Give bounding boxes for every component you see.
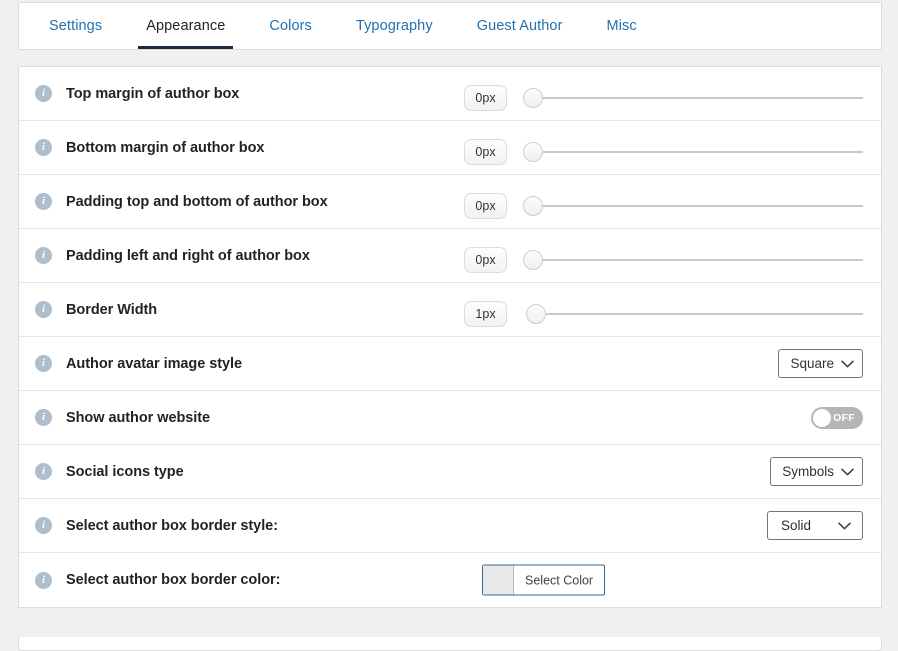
setting-row-select-author-box-border-style: i Select author box border style: Solid — [19, 499, 881, 553]
control-slot: Square — [778, 337, 863, 390]
setting-label: Padding top and bottom of author box — [66, 194, 328, 210]
select-select-author-box-border-style[interactable]: Solid — [767, 511, 863, 540]
info-icon[interactable]: i — [35, 572, 52, 589]
tab-guest-author[interactable]: Guest Author — [455, 3, 585, 49]
slider-thumb[interactable] — [523, 196, 543, 216]
color-swatch[interactable] — [483, 566, 514, 595]
info-icon[interactable]: i — [35, 355, 52, 372]
setting-row-show-author-website: i Show author website OFF — [19, 391, 881, 445]
setting-label: Border Width — [66, 302, 157, 318]
slider-track — [532, 151, 863, 153]
color-picker-button[interactable]: Select Color — [482, 565, 605, 596]
info-icon[interactable]: i — [35, 463, 52, 480]
setting-row-padding-top-and-bottom-of-author-box: i Padding top and bottom of author box 0px — [19, 175, 881, 229]
slider-control: 0px — [464, 175, 863, 228]
slider-control: 0px — [464, 67, 863, 120]
control-slot: Solid — [767, 499, 863, 552]
setting-row-author-avatar-image-style: i Author avatar image style Square — [19, 337, 881, 391]
chevron-down-icon — [841, 360, 854, 368]
slider-thumb[interactable] — [523, 250, 543, 270]
control-slot: OFF — [811, 391, 863, 444]
tab-bar: SettingsAppearanceColorsTypographyGuest … — [18, 2, 882, 50]
toggle-knob — [813, 409, 831, 427]
setting-row-border-width: i Border Width 1px — [19, 283, 881, 337]
slider-track — [532, 97, 863, 99]
info-icon[interactable]: i — [35, 193, 52, 210]
tab-misc[interactable]: Misc — [585, 3, 659, 49]
slider-control: 0px — [464, 121, 863, 174]
setting-label: Select author box border color: — [66, 572, 280, 588]
tab-typography[interactable]: Typography — [334, 3, 455, 49]
select-value: Solid — [781, 518, 811, 533]
info-icon[interactable]: i — [35, 301, 52, 318]
info-icon[interactable]: i — [35, 85, 52, 102]
select-social-icons-type[interactable]: Symbols — [770, 457, 863, 486]
slider-track-area[interactable] — [523, 193, 863, 219]
chevron-down-icon — [841, 468, 854, 476]
setting-row-padding-left-and-right-of-author-box: i Padding left and right of author box 0px — [19, 229, 881, 283]
card-bottom-edge — [18, 637, 882, 651]
select-value: Square — [790, 356, 834, 371]
slider-thumb[interactable] — [523, 88, 543, 108]
setting-label: Author avatar image style — [66, 356, 242, 372]
setting-row-social-icons-type: i Social icons type Symbols — [19, 445, 881, 499]
setting-label: Show author website — [66, 410, 210, 426]
select-value: Symbols — [782, 464, 834, 479]
setting-label: Social icons type — [66, 464, 184, 480]
select-color-label: Select Color — [514, 566, 604, 595]
setting-label: Select author box border style: — [66, 518, 278, 534]
slider-value-chip[interactable]: 1px — [464, 301, 507, 327]
setting-row-top-margin-of-author-box: i Top margin of author box 0px — [19, 67, 881, 121]
info-icon[interactable]: i — [35, 139, 52, 156]
slider-value-chip[interactable]: 0px — [464, 193, 507, 219]
tab-appearance[interactable]: Appearance — [124, 3, 247, 49]
slider-track-area[interactable] — [523, 139, 863, 165]
chevron-down-icon — [838, 522, 851, 530]
settings-page: SettingsAppearanceColorsTypographyGuest … — [0, 0, 898, 651]
slider-track-area[interactable] — [523, 247, 863, 273]
tab-settings[interactable]: Settings — [27, 3, 124, 49]
slider-thumb[interactable] — [523, 142, 543, 162]
slider-track — [532, 313, 863, 315]
appearance-settings-card: i Top margin of author box 0px i Bottom marg… — [18, 66, 882, 608]
setting-row-select-author-box-border-color: i Select author box border color: Select C… — [19, 553, 881, 607]
tab-colors[interactable]: Colors — [247, 3, 334, 49]
slider-track-area[interactable] — [523, 301, 863, 327]
select-author-avatar-image-style[interactable]: Square — [778, 349, 863, 378]
setting-label: Bottom margin of author box — [66, 140, 264, 156]
slider-thumb[interactable] — [526, 304, 546, 324]
control-slot: Symbols — [770, 445, 863, 498]
setting-label: Top margin of author box — [66, 86, 239, 102]
slider-track — [532, 205, 863, 207]
slider-value-chip[interactable]: 0px — [464, 139, 507, 165]
slider-value-chip[interactable]: 0px — [464, 85, 507, 111]
slider-control: 0px — [464, 229, 863, 282]
setting-row-bottom-margin-of-author-box: i Bottom margin of author box 0px — [19, 121, 881, 175]
info-icon[interactable]: i — [35, 517, 52, 534]
info-icon[interactable]: i — [35, 409, 52, 426]
toggle-show-author-website[interactable]: OFF — [811, 407, 863, 429]
slider-track-area[interactable] — [523, 85, 863, 111]
setting-label: Padding left and right of author box — [66, 248, 310, 264]
slider-control: 1px — [464, 283, 863, 336]
toggle-state-label: OFF — [833, 412, 855, 424]
info-icon[interactable]: i — [35, 247, 52, 264]
slider-track — [532, 259, 863, 261]
slider-value-chip[interactable]: 0px — [464, 247, 507, 273]
